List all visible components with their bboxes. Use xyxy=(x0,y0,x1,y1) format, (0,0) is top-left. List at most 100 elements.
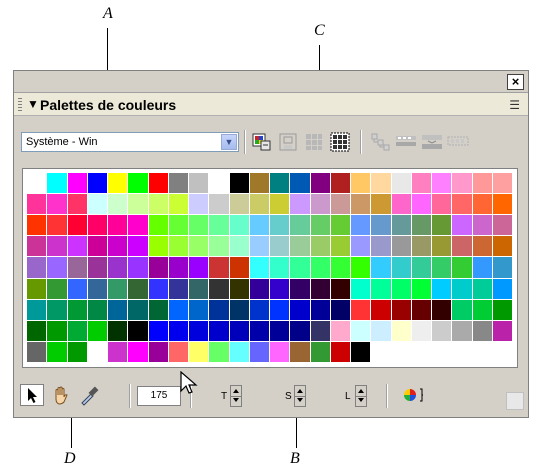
color-swatch[interactable] xyxy=(310,299,331,321)
color-swatch[interactable] xyxy=(290,236,311,258)
save-palette-button[interactable] xyxy=(276,130,300,154)
color-swatch[interactable] xyxy=(148,236,169,258)
grip-icon[interactable] xyxy=(18,98,22,111)
color-swatch[interactable] xyxy=(351,194,372,216)
color-swatch[interactable] xyxy=(270,257,291,279)
color-swatch[interactable] xyxy=(411,236,432,258)
color-swatch[interactable] xyxy=(189,341,210,363)
color-swatch[interactable] xyxy=(452,320,473,342)
color-swatch[interactable] xyxy=(168,320,189,342)
color-swatch[interactable] xyxy=(310,341,331,363)
color-swatch[interactable] xyxy=(229,194,250,216)
color-swatch[interactable] xyxy=(391,173,412,195)
color-swatch[interactable] xyxy=(411,278,432,300)
color-swatch[interactable] xyxy=(330,278,351,300)
color-swatch[interactable] xyxy=(371,299,392,321)
color-swatch[interactable] xyxy=(270,173,291,195)
color-swatch[interactable] xyxy=(452,215,473,237)
color-swatch[interactable] xyxy=(168,173,189,195)
color-swatch[interactable] xyxy=(310,278,331,300)
panel-menu-icon[interactable]: ☰ xyxy=(509,98,520,112)
color-swatch[interactable] xyxy=(47,173,68,195)
color-swatch[interactable] xyxy=(330,194,351,216)
color-swatch[interactable] xyxy=(492,299,513,321)
color-swatch[interactable] xyxy=(371,278,392,300)
color-swatch[interactable] xyxy=(189,236,210,258)
color-swatch[interactable] xyxy=(108,257,129,279)
color-swatch[interactable] xyxy=(87,278,108,300)
delete-colors-button[interactable] xyxy=(446,130,470,154)
color-swatch[interactable] xyxy=(351,278,372,300)
color-swatch[interactable] xyxy=(128,194,149,216)
color-swatch[interactable] xyxy=(351,215,372,237)
color-swatch[interactable] xyxy=(189,278,210,300)
color-swatch[interactable] xyxy=(351,341,372,363)
sort-palette-button[interactable] xyxy=(302,130,326,154)
color-swatch[interactable] xyxy=(371,257,392,279)
color-swatch[interactable] xyxy=(128,341,149,363)
color-swatch[interactable] xyxy=(432,194,453,216)
color-swatch[interactable] xyxy=(391,194,412,216)
color-swatch[interactable] xyxy=(148,299,169,321)
color-swatch[interactable] xyxy=(209,173,230,195)
color-swatch[interactable] xyxy=(330,320,351,342)
color-swatch[interactable] xyxy=(148,215,169,237)
color-swatch[interactable] xyxy=(270,278,291,300)
color-swatch[interactable] xyxy=(168,299,189,321)
color-swatch[interactable] xyxy=(432,236,453,258)
color-swatch[interactable] xyxy=(209,320,230,342)
color-swatch[interactable] xyxy=(168,236,189,258)
color-swatch[interactable] xyxy=(492,257,513,279)
color-swatch[interactable] xyxy=(310,173,331,195)
color-swatch[interactable] xyxy=(472,341,493,363)
color-swatch[interactable] xyxy=(67,341,88,363)
hue-stepper[interactable] xyxy=(230,385,242,407)
color-swatch[interactable] xyxy=(371,341,392,363)
color-swatch[interactable] xyxy=(67,320,88,342)
lightness-stepper[interactable] xyxy=(355,385,367,407)
color-swatch[interactable] xyxy=(249,173,270,195)
color-swatch[interactable] xyxy=(67,278,88,300)
eyedropper-tool-button[interactable] xyxy=(78,384,102,406)
color-swatch[interactable] xyxy=(229,236,250,258)
color-swatch[interactable] xyxy=(330,215,351,237)
color-swatch[interactable] xyxy=(128,299,149,321)
color-swatch[interactable] xyxy=(209,257,230,279)
color-swatch[interactable] xyxy=(148,278,169,300)
color-swatch[interactable] xyxy=(391,341,412,363)
color-swatch[interactable] xyxy=(108,299,129,321)
color-swatch[interactable] xyxy=(148,257,169,279)
color-swatch[interactable] xyxy=(391,320,412,342)
color-swatch[interactable] xyxy=(87,257,108,279)
color-swatch[interactable] xyxy=(47,341,68,363)
color-swatch[interactable] xyxy=(249,299,270,321)
color-swatch[interactable] xyxy=(47,320,68,342)
color-swatch[interactable] xyxy=(472,236,493,258)
color-swatch[interactable] xyxy=(452,173,473,195)
color-swatch[interactable] xyxy=(351,257,372,279)
color-swatch[interactable] xyxy=(47,194,68,216)
color-swatch[interactable] xyxy=(148,341,169,363)
color-swatch[interactable] xyxy=(391,257,412,279)
color-swatch[interactable] xyxy=(492,320,513,342)
merge-colors-button[interactable] xyxy=(394,130,418,154)
color-swatch[interactable] xyxy=(411,341,432,363)
color-swatch[interactable] xyxy=(27,257,48,279)
color-swatch[interactable] xyxy=(87,215,108,237)
color-swatch[interactable] xyxy=(108,215,129,237)
palette-select[interactable]: Système - Win ▼ xyxy=(21,132,239,152)
color-swatch[interactable] xyxy=(371,173,392,195)
color-swatch[interactable] xyxy=(27,173,48,195)
color-swatch[interactable] xyxy=(432,215,453,237)
color-swatch[interactable] xyxy=(229,257,250,279)
color-picker-button[interactable] xyxy=(402,384,426,406)
color-swatch[interactable] xyxy=(87,299,108,321)
color-swatch[interactable] xyxy=(229,320,250,342)
color-swatch[interactable] xyxy=(290,257,311,279)
color-swatch[interactable] xyxy=(432,173,453,195)
close-button[interactable]: × xyxy=(507,74,524,90)
color-swatch[interactable] xyxy=(87,320,108,342)
color-swatch[interactable] xyxy=(87,173,108,195)
color-swatch[interactable] xyxy=(270,236,291,258)
color-swatch[interactable] xyxy=(290,299,311,321)
